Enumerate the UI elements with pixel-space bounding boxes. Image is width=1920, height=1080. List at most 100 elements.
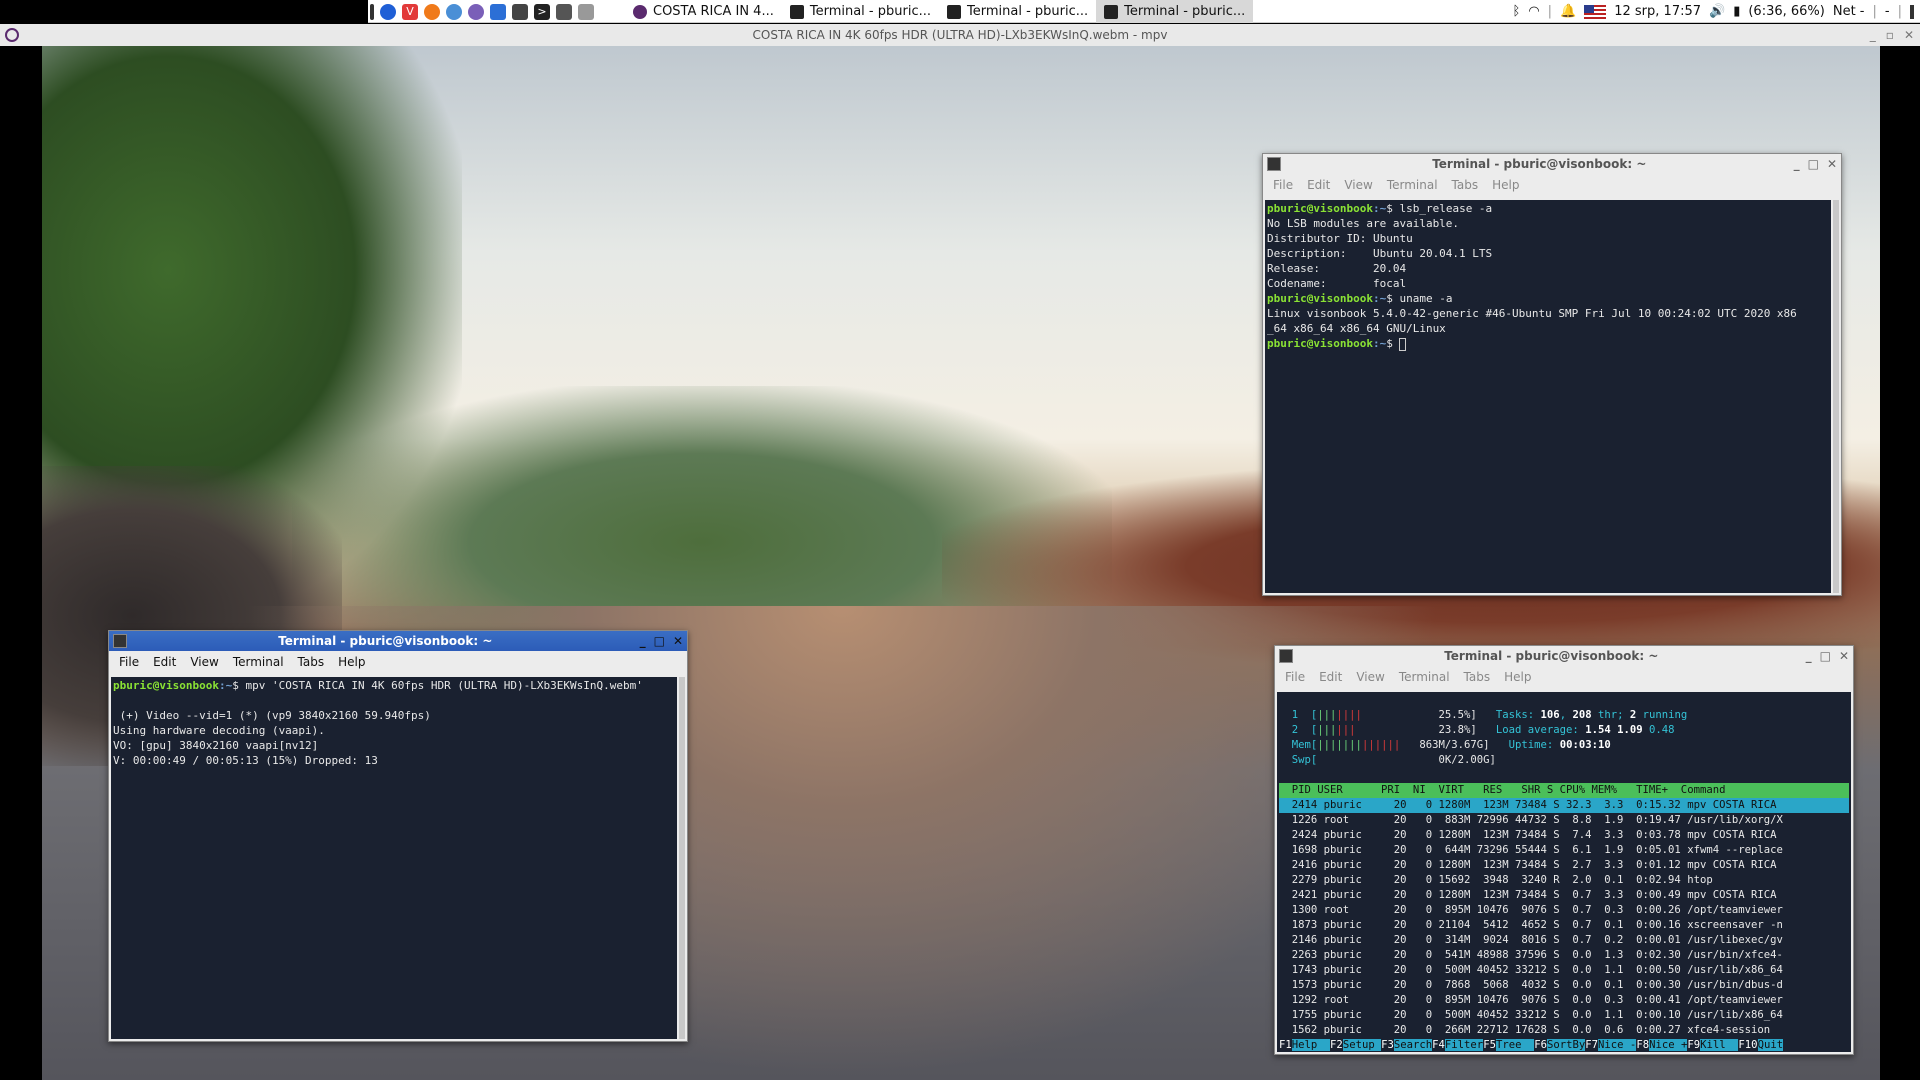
fkey-label[interactable]: Kill	[1700, 1039, 1739, 1051]
close-icon[interactable]: ✕	[1827, 157, 1837, 171]
maximize-icon[interactable]: □	[1820, 649, 1831, 663]
htop-process-row[interactable]: 1573 pburic 20 0 7868 5068 4032 S 0.0 0.…	[1279, 978, 1849, 993]
menu-help[interactable]: Help	[1492, 178, 1519, 192]
menu-file[interactable]: File	[119, 655, 139, 669]
htop-process-row[interactable]: 1755 pburic 20 0 500M 40452 33212 S 0.0 …	[1279, 1008, 1849, 1023]
panel-dash[interactable]: -	[1885, 4, 1890, 19]
minimize-icon[interactable]: _	[1806, 649, 1812, 663]
battery-icon[interactable]: ▮	[1733, 4, 1740, 19]
menu-help[interactable]: Help	[1504, 670, 1531, 684]
fkey-label[interactable]: Help	[1291, 1039, 1331, 1051]
vivaldi-icon[interactable]: V	[402, 3, 418, 20]
display-icon[interactable]	[556, 3, 572, 20]
calculator-icon[interactable]	[512, 3, 528, 20]
htop-process-row[interactable]: 1698 pburic 20 0 644M 73296 55444 S 6.1 …	[1279, 843, 1849, 858]
menu-edit[interactable]: Edit	[153, 655, 176, 669]
htop-process-row[interactable]: 1562 pburic 20 0 266M 22712 17628 S 0.0 …	[1279, 1023, 1849, 1038]
scrollbar[interactable]	[1833, 200, 1839, 593]
task-terminal-1[interactable]: Terminal - pburic...	[782, 0, 939, 23]
wifi-icon[interactable]: ◠	[1528, 4, 1539, 19]
mpv-titlebar[interactable]: COSTA RICA IN 4K 60fps HDR (ULTRA HD)-LX…	[0, 24, 1920, 46]
close-icon[interactable]: ✕	[1904, 24, 1914, 46]
firefox-icon[interactable]	[424, 3, 440, 20]
window-titlebar[interactable]: Terminal - pburic@visonbook: ~ _ □ ✕	[1263, 154, 1841, 174]
clock[interactable]: 12 srp, 17:57	[1614, 4, 1701, 19]
htop-process-row[interactable]: 1300 root 20 0 895M 10476 9076 S 0.7 0.3…	[1279, 903, 1849, 918]
htop-text: ,	[1559, 709, 1573, 721]
close-icon[interactable]: ✕	[673, 634, 683, 648]
htop-process-row[interactable]: 1743 pburic 20 0 500M 40452 33212 S 0.0 …	[1279, 963, 1849, 978]
bell-icon[interactable]: 🔔	[1560, 4, 1576, 19]
menu-terminal[interactable]: Terminal	[1387, 178, 1438, 192]
chromium-icon[interactable]	[446, 3, 462, 20]
window-titlebar[interactable]: Terminal - pburic@visonbook: ~ _ □ ✕	[1275, 646, 1853, 666]
blue-circle-app-icon[interactable]	[380, 3, 396, 20]
task-terminal-3[interactable]: Terminal - pburic...	[1096, 0, 1254, 23]
htop-process-row[interactable]: 2279 pburic 20 0 15692 3948 3240 R 2.0 0…	[1279, 873, 1849, 888]
htop-process-row[interactable]: 1292 root 20 0 895M 10476 9076 S 0.0 0.3…	[1279, 993, 1849, 1008]
terminal-line: V: 00:00:49 / 00:05:13 (15%) Dropped: 13	[113, 754, 378, 767]
htop-process-row[interactable]: 2416 pburic 20 0 1280M 123M 73484 S 2.7 …	[1279, 858, 1849, 873]
battery-status[interactable]: (6:36, 66%)	[1748, 4, 1825, 19]
volume-icon[interactable]: 🔊	[1709, 4, 1725, 19]
window-titlebar[interactable]: Terminal - pburic@visonbook: ~ _ □ ✕	[109, 631, 687, 651]
fkey-label[interactable]: Setup	[1342, 1039, 1382, 1051]
htop-process-row[interactable]: 1873 pburic 20 0 21104 5412 4652 S 0.7 0…	[1279, 918, 1849, 933]
menu-tabs[interactable]: Tabs	[298, 655, 325, 669]
handle-icon[interactable]	[1910, 4, 1914, 19]
fkey-f8: F8	[1636, 1039, 1650, 1051]
task-mpv[interactable]: COSTA RICA IN 4...	[625, 0, 782, 23]
flag-us-icon[interactable]	[1584, 4, 1607, 19]
htop-process-row[interactable]: 2424 pburic 20 0 1280M 123M 73484 S 7.4 …	[1279, 828, 1849, 843]
fkey-label[interactable]: Tree	[1495, 1039, 1535, 1051]
terminal-output[interactable]: pburic@visonbook:~$ lsb_release -a No LSB…	[1265, 200, 1831, 593]
menu-file[interactable]: File	[1285, 670, 1305, 684]
htop-text: ]	[1470, 724, 1496, 736]
fkey-label[interactable]: Search	[1393, 1039, 1433, 1051]
htop-output[interactable]: 1 [||||||| 25.5%] Tasks: 106, 208 thr; 2…	[1277, 692, 1851, 1052]
menu-view[interactable]: View	[1344, 178, 1372, 192]
terminal-window-htop[interactable]: Terminal - pburic@visonbook: ~ _ □ ✕ File …	[1274, 645, 1854, 1055]
htop-process-row[interactable]: 2146 pburic 20 0 314M 9024 8016 S 0.7 0.…	[1279, 933, 1849, 948]
menu-file[interactable]: File	[1273, 178, 1293, 192]
fkey-label[interactable]: SortBy	[1547, 1039, 1586, 1051]
menu-terminal[interactable]: Terminal	[233, 655, 284, 669]
files-icon[interactable]	[578, 3, 594, 20]
scrollbar[interactable]	[679, 677, 685, 1039]
htop-process-row[interactable]: 2421 pburic 20 0 1280M 123M 73484 S 0.7 …	[1279, 888, 1849, 903]
menu-terminal[interactable]: Terminal	[1399, 670, 1450, 684]
maximize-icon[interactable]: □	[1808, 157, 1819, 171]
handle-icon[interactable]	[370, 3, 374, 20]
menu-tabs[interactable]: Tabs	[1452, 178, 1479, 192]
terminal-window-mpv[interactable]: Terminal - pburic@visonbook: ~ _ □ ✕ File …	[108, 630, 688, 1042]
menu-tabs[interactable]: Tabs	[1464, 670, 1491, 684]
minimize-icon[interactable]: _	[640, 634, 646, 648]
menu-edit[interactable]: Edit	[1307, 178, 1330, 192]
terminal-output[interactable]: pburic@visonbook:~$ mpv 'COSTA RICA IN 4…	[111, 677, 677, 1039]
notes-icon[interactable]	[490, 3, 506, 20]
menu-view[interactable]: View	[190, 655, 218, 669]
task-terminal-2[interactable]: Terminal - pburic...	[939, 0, 1096, 23]
fkey-label[interactable]: Quit	[1757, 1039, 1784, 1051]
terminal-icon[interactable]: >	[534, 3, 550, 20]
maximize-icon[interactable]: □	[654, 634, 665, 648]
tor-icon[interactable]	[468, 3, 484, 20]
htop-process-row[interactable]: 1226 root 20 0 883M 72996 44732 S 8.8 1.…	[1279, 813, 1849, 828]
htop-process-row[interactable]: 2263 pburic 20 0 541M 48988 37596 S 0.0 …	[1279, 948, 1849, 963]
fkey-label[interactable]: Nice -	[1598, 1039, 1637, 1051]
net-status[interactable]: Net -	[1833, 4, 1865, 19]
menu-edit[interactable]: Edit	[1319, 670, 1342, 684]
minimize-icon[interactable]: _	[1870, 24, 1876, 46]
bluetooth-icon[interactable]: ᛒ	[1513, 4, 1521, 19]
minimize-icon[interactable]: _	[1794, 157, 1800, 171]
maximize-icon[interactable]: ▫	[1886, 24, 1894, 46]
htop-function-keys: F1Help F2Setup F3SearchF4FilterF5Tree F6…	[1279, 1038, 1849, 1052]
fkey-label[interactable]: Nice +	[1649, 1039, 1688, 1051]
terminal-window-lsb[interactable]: Terminal - pburic@visonbook: ~ _ □ ✕ File …	[1262, 153, 1842, 596]
htop-text: thr;	[1591, 709, 1630, 721]
close-icon[interactable]: ✕	[1839, 649, 1849, 663]
menu-help[interactable]: Help	[338, 655, 365, 669]
htop-selected-row[interactable]: 2414 pburic 20 0 1280M 123M 73484 S 32.3…	[1279, 798, 1849, 813]
menu-view[interactable]: View	[1356, 670, 1384, 684]
fkey-label[interactable]: Filter	[1444, 1039, 1484, 1051]
